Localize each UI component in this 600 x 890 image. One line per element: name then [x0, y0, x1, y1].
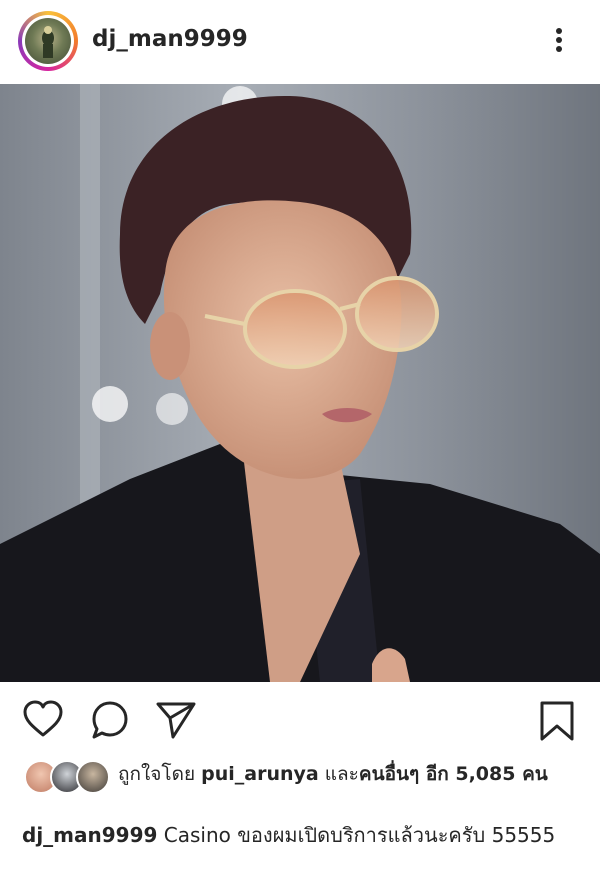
- likes-others-link[interactable]: คนอื่นๆ อีก 5,085 คน: [359, 763, 548, 785]
- post-caption: dj_man9999 Casino ของผมเปิดบริการแล้วนะค…: [22, 820, 582, 850]
- post-header: dj_man9999: [0, 0, 600, 84]
- caption-text: Casino ของผมเปิดบริการแล้วนะครับ 55555: [163, 823, 556, 847]
- post-actions: [0, 690, 600, 750]
- liker-avatar[interactable]: [76, 760, 110, 794]
- more-vertical-icon[interactable]: [548, 24, 572, 56]
- likes-and: และ: [324, 763, 359, 785]
- bookmark-icon[interactable]: [538, 700, 576, 746]
- heart-icon[interactable]: [22, 700, 64, 742]
- send-icon[interactable]: [155, 700, 197, 744]
- liker-username[interactable]: pui_arunya: [201, 763, 319, 785]
- likes-prefix: ถูกใจโดย: [118, 763, 196, 785]
- avatar-image: [25, 18, 71, 64]
- comment-icon[interactable]: [90, 700, 130, 744]
- avatar[interactable]: [18, 11, 78, 71]
- likes-text: ถูกใจโดย pui_arunya และคนอื่นๆ อีก 5,085…: [118, 760, 578, 788]
- post-username[interactable]: dj_man9999: [92, 26, 248, 52]
- post-photo[interactable]: [0, 84, 600, 682]
- caption-username[interactable]: dj_man9999: [22, 823, 157, 847]
